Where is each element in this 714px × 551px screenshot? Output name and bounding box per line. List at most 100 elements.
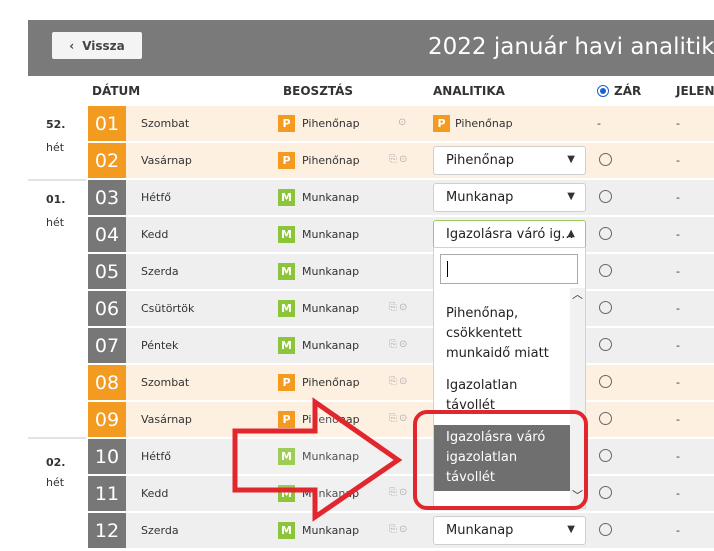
day-name: Hétfő xyxy=(141,191,171,204)
copy-history-icons[interactable]: ⎘⊙ xyxy=(389,413,409,424)
day-number: 11 xyxy=(88,476,126,511)
schedule-label: Munkanap xyxy=(302,487,360,500)
day-name: Szombat xyxy=(141,376,190,389)
schedule-type-badge: M xyxy=(278,522,295,539)
presence-value: - xyxy=(676,265,680,278)
day-name: Szerda xyxy=(141,524,179,537)
copy-history-icons[interactable]: ⎘⊙ xyxy=(389,154,409,165)
table-row: 10 Hétfő M Munkanap - xyxy=(88,439,714,474)
day-number: 08 xyxy=(88,365,126,400)
lock-radio[interactable] xyxy=(599,190,612,203)
schedule-label: Pihenőnap xyxy=(302,413,360,426)
copy-history-icons[interactable]: ⎘⊙ xyxy=(389,524,409,535)
caret-up-icon: ▲ xyxy=(567,228,575,239)
day-number: 02 xyxy=(88,143,126,178)
week-number: 52. xyxy=(46,118,66,131)
back-button[interactable]: ‹ Vissza xyxy=(52,32,142,59)
lock-radio[interactable] xyxy=(599,301,612,314)
analytic-select[interactable]: Pihenőnap ▼ xyxy=(433,146,586,175)
schedule-label: Munkanap xyxy=(302,339,360,352)
copy-history-icons[interactable]: ⎘⊙ xyxy=(389,302,409,313)
presence-value: - xyxy=(676,450,680,463)
week-cell: 02. hét xyxy=(28,440,86,551)
lock-radio[interactable] xyxy=(599,153,612,166)
week-cell: 52. hét xyxy=(28,106,86,178)
schedule-label: Munkanap xyxy=(302,265,360,278)
analytic-select[interactable]: Munkanap ▼ xyxy=(433,183,586,212)
col-presence[interactable]: JELEN xyxy=(676,84,714,98)
schedule-type-badge: M xyxy=(278,485,295,502)
week-divider xyxy=(28,437,86,439)
week-cell: 01. hét xyxy=(28,181,86,437)
day-number: 07 xyxy=(88,328,126,363)
presence-value: - xyxy=(676,376,680,389)
day-name: Vasárnap xyxy=(141,413,192,426)
presence-value: - xyxy=(676,302,680,315)
day-number: 09 xyxy=(88,402,126,437)
schedule-type-badge: P xyxy=(278,411,295,428)
day-name: Csütörtök xyxy=(141,302,195,315)
lock-radio[interactable] xyxy=(599,375,612,388)
day-number: 01 xyxy=(88,106,126,141)
caret-down-icon: ▼ xyxy=(567,191,575,202)
text-cursor xyxy=(447,261,448,277)
lock-radio[interactable] xyxy=(599,412,612,425)
schedule-type-badge: M xyxy=(278,337,295,354)
scroll-up-icon[interactable]: ︿ xyxy=(572,286,583,302)
schedule-type-badge: M xyxy=(278,448,295,465)
presence-value: - xyxy=(676,154,680,167)
col-lock[interactable]: ZÁR xyxy=(597,84,641,98)
presence-value: - xyxy=(676,487,680,500)
day-name: Szerda xyxy=(141,265,179,278)
analytic-type-badge: P xyxy=(433,115,450,132)
schedule-type-badge: P xyxy=(278,152,295,169)
option-line: Igazolatlan xyxy=(446,378,518,393)
col-schedule[interactable]: BEOSZTÁS xyxy=(283,84,353,98)
copy-history-icons[interactable]: ⎘⊙ xyxy=(389,339,409,350)
table-row: 06 Csütörtök M Munkanap ⎘⊙ - xyxy=(88,291,714,326)
option-line: csökkentett xyxy=(446,326,522,341)
day-number: 05 xyxy=(88,254,126,289)
week-number: 02. xyxy=(46,456,66,469)
day-name: Kedd xyxy=(141,487,169,500)
dropdown-option[interactable]: Pihenőnap, csökkentett munkaidő miatt xyxy=(434,304,570,364)
col-analytics[interactable]: ANALITIKA xyxy=(433,84,505,98)
copy-history-icons[interactable]: ⎘⊙ xyxy=(389,487,409,498)
day-number: 10 xyxy=(88,439,126,474)
analytic-select-value: Igazolásra váró ig... xyxy=(446,227,574,242)
radio-selected-icon[interactable] xyxy=(597,85,609,97)
copy-history-icons[interactable]: ⎘⊙ xyxy=(389,376,409,387)
day-name: Kedd xyxy=(141,228,169,241)
history-icon[interactable]: ⊙ xyxy=(398,117,408,128)
col-date[interactable]: DÁTUM xyxy=(92,84,140,98)
schedule-label: Munkanap xyxy=(302,524,360,537)
page-title: 2022 január havi analitika ( xyxy=(428,34,714,60)
analytic-select[interactable]: Munkanap ▼ xyxy=(433,516,586,545)
lock-radio[interactable] xyxy=(599,227,612,240)
week-label: hét xyxy=(46,141,65,154)
schedule-type-badge: P xyxy=(278,115,295,132)
table-row: 12 Szerda M Munkanap ⎘⊙ Munkanap ▼ - xyxy=(88,513,714,548)
day-number: 12 xyxy=(88,513,126,548)
col-lock-label: ZÁR xyxy=(614,84,642,98)
lock-radio[interactable] xyxy=(599,523,612,536)
lock-radio[interactable] xyxy=(599,338,612,351)
lock-radio[interactable] xyxy=(599,486,612,499)
schedule-label: Munkanap xyxy=(302,228,360,241)
schedule-type-badge: M xyxy=(278,189,295,206)
lock-radio[interactable] xyxy=(599,449,612,462)
presence-value: - xyxy=(676,228,680,241)
day-number: 03 xyxy=(88,180,126,215)
table-row: 05 Szerda M Munkanap - xyxy=(88,254,714,289)
table-row: 11 Kedd M Munkanap ⎘⊙ - xyxy=(88,476,714,511)
dropdown-search-input[interactable] xyxy=(440,254,578,284)
caret-down-icon: ▼ xyxy=(567,154,575,165)
analytic-select-value: Munkanap xyxy=(446,190,514,205)
day-name: Szombat xyxy=(141,117,190,130)
lock-radio[interactable] xyxy=(599,264,612,277)
schedule-label: Pihenőnap xyxy=(302,376,360,389)
schedule-label: Munkanap xyxy=(302,191,360,204)
analytic-select-open[interactable]: Igazolásra váró ig... ▲ xyxy=(433,220,586,249)
day-number: 06 xyxy=(88,291,126,326)
presence-value: - xyxy=(676,524,680,537)
